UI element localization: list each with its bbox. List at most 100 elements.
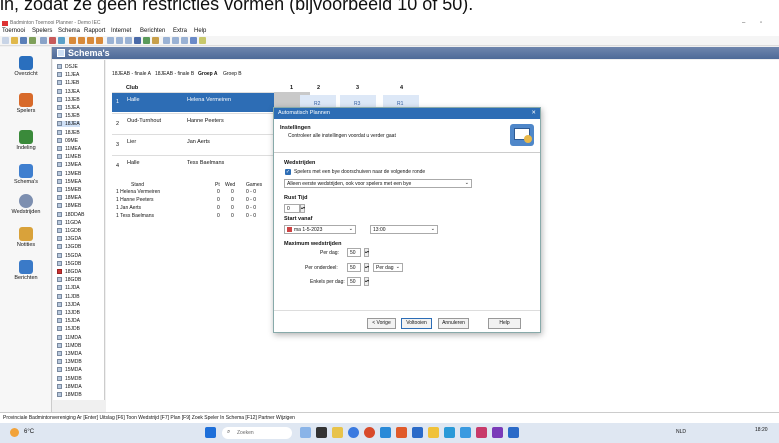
nav-wedstrijden[interactable]: Wedstrijden bbox=[0, 192, 52, 222]
tree-item[interactable]: 11MDA bbox=[57, 334, 81, 341]
tab-groep-a[interactable]: Groep A bbox=[198, 71, 218, 77]
tab-finale-a[interactable]: 18JEAB - finale A bbox=[112, 71, 151, 77]
finish-button[interactable]: Voltooien bbox=[401, 318, 432, 329]
tree-item[interactable]: 15JDA bbox=[57, 318, 80, 324]
nav-berichten[interactable]: Berichten bbox=[0, 258, 52, 288]
nav-schemas[interactable]: Schema's bbox=[0, 162, 52, 192]
taskbar-app-icon[interactable] bbox=[300, 427, 311, 438]
tool-icon[interactable] bbox=[152, 37, 159, 44]
tool-icon[interactable] bbox=[49, 37, 56, 44]
rust-stepper[interactable]: ▴▾ bbox=[300, 204, 305, 213]
start-icon[interactable] bbox=[205, 427, 216, 438]
language-indicator[interactable]: NLD bbox=[676, 429, 686, 435]
tree-item[interactable]: 18MDA bbox=[57, 383, 82, 390]
tree-item[interactable]: 15GDA bbox=[57, 252, 81, 259]
tree-item[interactable]: 13MEA bbox=[57, 162, 81, 168]
clock[interactable]: 18:20 bbox=[755, 427, 768, 433]
taskbar-app-icon[interactable] bbox=[508, 427, 519, 438]
tree-item[interactable]: 15MDB bbox=[57, 375, 82, 382]
tree-item[interactable]: 18MDB bbox=[57, 392, 82, 398]
tree-item[interactable]: 11JDA bbox=[57, 285, 80, 291]
nav-spelers[interactable]: Spelers bbox=[0, 91, 52, 121]
per-dag-input[interactable]: 50 bbox=[347, 248, 361, 257]
tree-item[interactable]: 13GDB bbox=[57, 244, 81, 250]
close-icon[interactable]: ✕ bbox=[531, 110, 536, 116]
per-dag-stepper[interactable]: ▴▾ bbox=[364, 248, 369, 257]
rust-input[interactable]: 0 bbox=[284, 204, 300, 213]
tool-icon[interactable] bbox=[96, 37, 103, 44]
tree-item[interactable]: 15MEA bbox=[57, 178, 81, 185]
tree-item[interactable]: 13MEB bbox=[57, 170, 81, 177]
tree-item[interactable]: 13JDA bbox=[57, 301, 80, 308]
start-time-input[interactable]: 13:00 ⌄ bbox=[370, 225, 438, 234]
group-row[interactable]: 2 Oud-Turnhout Hanne Peeters bbox=[112, 113, 274, 133]
minimize-button[interactable]: – bbox=[742, 20, 745, 26]
taskbar-app-icon[interactable] bbox=[412, 427, 423, 438]
tree-item[interactable]: 15JEB bbox=[57, 113, 80, 119]
tree-item[interactable]: 18GDB bbox=[57, 277, 81, 283]
tree-item[interactable]: 18JEA bbox=[57, 121, 80, 128]
tool-icon[interactable] bbox=[116, 37, 123, 44]
tool-icon[interactable] bbox=[172, 37, 179, 44]
tool-icon[interactable] bbox=[190, 37, 197, 44]
tree-item[interactable]: DSJE bbox=[57, 64, 78, 70]
enkels-input[interactable]: 50 bbox=[347, 277, 361, 286]
tree-item[interactable]: 13JEB bbox=[57, 96, 80, 103]
taskbar-app-icon[interactable] bbox=[332, 427, 343, 438]
per-onderdeel-input[interactable]: 50 bbox=[347, 263, 361, 272]
start-date-input[interactable]: ma 1-5-2023 ⌄ bbox=[284, 225, 356, 234]
maximize-button[interactable]: ▫ bbox=[760, 20, 762, 26]
search-box[interactable]: ⌕ Zoeken bbox=[222, 427, 292, 439]
nav-indeling[interactable]: Indeling bbox=[0, 128, 52, 158]
per-onderdeel-stepper[interactable]: ▴▾ bbox=[364, 263, 369, 272]
per-onderdeel-unit-select[interactable]: Per dag ⌄ bbox=[373, 263, 403, 272]
tree-item[interactable]: 13JEA bbox=[57, 88, 80, 95]
menu-help[interactable]: Help bbox=[194, 28, 206, 34]
tree-item[interactable]: 13MDA bbox=[57, 351, 82, 357]
menu-internet[interactable]: Internet bbox=[111, 28, 131, 34]
tree-item[interactable]: 09ME bbox=[57, 137, 78, 144]
menu-schema[interactable]: Schema bbox=[58, 28, 80, 34]
tree-item[interactable]: 11MEB bbox=[57, 154, 81, 160]
tree-item[interactable]: 18DDAB bbox=[57, 211, 84, 218]
tool-icon[interactable] bbox=[134, 37, 141, 44]
menu-spelers[interactable]: Spelers bbox=[32, 28, 52, 34]
tool-icon[interactable] bbox=[163, 37, 170, 44]
taskbar-app-icon[interactable] bbox=[348, 427, 359, 438]
tool-icon[interactable] bbox=[125, 37, 132, 44]
tree-item[interactable]: 15MEB bbox=[57, 187, 81, 193]
tree-item[interactable]: 15JEA bbox=[57, 105, 80, 111]
tree-item[interactable]: 15JDB bbox=[57, 326, 80, 332]
group-row[interactable]: 3 Lier Jan Aerts bbox=[112, 134, 274, 154]
tree-item[interactable]: 18MEA bbox=[57, 195, 81, 201]
nav-overzicht[interactable]: Overzicht bbox=[0, 54, 52, 84]
nav-notities[interactable]: Notities bbox=[0, 225, 52, 255]
tool-icon[interactable] bbox=[78, 37, 85, 44]
tool-icon[interactable] bbox=[58, 37, 65, 44]
cancel-button[interactable]: Annuleren bbox=[438, 318, 469, 329]
taskbar-app-icon[interactable] bbox=[460, 427, 471, 438]
tree-item[interactable]: 13MDB bbox=[57, 359, 82, 365]
taskbar-app-icon[interactable] bbox=[380, 427, 391, 438]
new-icon[interactable] bbox=[2, 37, 9, 44]
tree-item[interactable]: 18GDA bbox=[57, 269, 81, 275]
menu-extra[interactable]: Extra bbox=[173, 28, 187, 34]
tree-item[interactable]: 13JDB bbox=[57, 310, 80, 316]
open-icon[interactable] bbox=[11, 37, 18, 44]
tree-item[interactable]: 11GDA bbox=[57, 219, 81, 226]
tree-item[interactable]: 15GDB bbox=[57, 260, 81, 267]
tab-groep-b[interactable]: Groep B bbox=[223, 71, 242, 77]
tool-icon[interactable] bbox=[87, 37, 94, 44]
tree-item[interactable]: 11GDB bbox=[57, 228, 81, 234]
tab-finale-b[interactable]: 18JEAB - finale B bbox=[155, 71, 194, 77]
taskbar-app-icon[interactable] bbox=[476, 427, 487, 438]
tool-icon[interactable] bbox=[69, 37, 76, 44]
taskbar-app-icon[interactable] bbox=[492, 427, 503, 438]
back-button[interactable]: < Vorige bbox=[367, 318, 396, 329]
taskbar-app-icon[interactable] bbox=[428, 427, 439, 438]
tool-icon[interactable] bbox=[181, 37, 188, 44]
tree-item[interactable]: 11JDB bbox=[57, 293, 80, 300]
tool-icon[interactable] bbox=[107, 37, 114, 44]
tool-icon[interactable] bbox=[40, 37, 47, 44]
menu-berichten[interactable]: Berichten bbox=[140, 28, 165, 34]
